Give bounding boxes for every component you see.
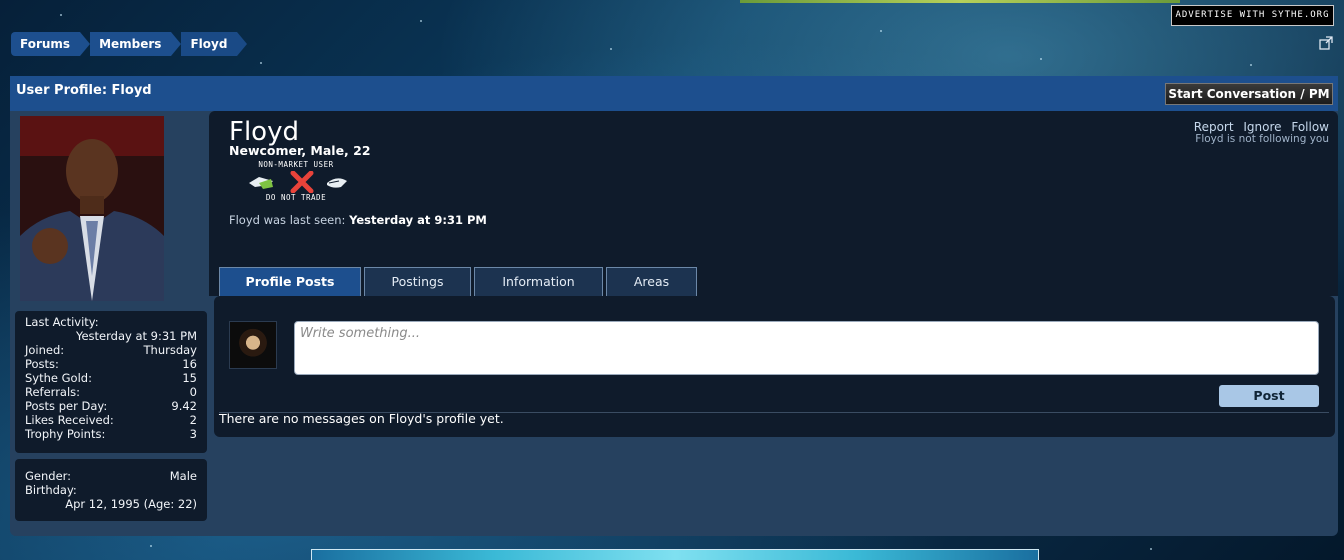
member-stats: Last Activity: Yesterday at 9:31 PM Join… <box>15 311 207 453</box>
stat-last-activity-value-row: Yesterday at 9:31 PM <box>25 329 197 343</box>
stat-value: 15 <box>182 371 197 385</box>
stat-label: Posts: <box>25 357 59 371</box>
handshake-green-icon <box>249 177 273 189</box>
stat-value: 0 <box>189 385 197 399</box>
stat-last-activity-label-row: Last Activity: <box>25 315 197 329</box>
gender-value: Male <box>169 469 197 483</box>
stat-label: Trophy Points: <box>25 427 106 441</box>
handshake-white-icon <box>327 178 347 188</box>
red-x-icon <box>290 170 314 194</box>
gender-row: Gender: Male <box>25 469 197 483</box>
tab-areas[interactable]: Areas <box>606 267 697 297</box>
stat-value[interactable]: 3 <box>190 427 197 441</box>
stat-row: Joined: Thursday <box>25 343 197 357</box>
tab-profile-posts[interactable]: Profile Posts <box>219 267 361 297</box>
birthday-value-row: Apr 12, 1995 (Age: 22) <box>25 497 197 511</box>
birthday-row: Birthday: <box>25 483 197 497</box>
stat-row: Posts per Day: 9.42 <box>25 399 197 413</box>
post-button[interactable]: Post <box>1219 385 1319 407</box>
stat-value: 9.42 <box>171 399 197 413</box>
title-bar: User Profile: Floyd Start Conversation /… <box>10 76 1338 111</box>
ignore-link[interactable]: Ignore <box>1243 120 1281 134</box>
trade-icons <box>237 170 355 194</box>
top-ad-strip <box>740 0 1180 3</box>
tab-information[interactable]: Information <box>474 267 603 297</box>
profile-subtitle: Newcomer, Male, 22 <box>229 143 371 158</box>
stat-row: Sythe Gold: 15 <box>25 371 197 385</box>
stat-value[interactable]: 16 <box>182 357 197 371</box>
stat-row: Posts: 16 <box>25 357 197 371</box>
stat-label: Posts per Day: <box>25 399 108 413</box>
gender-label: Gender: <box>25 469 72 483</box>
advertise-link[interactable]: ADVERTISE WITH SYTHE.ORG <box>1171 5 1334 26</box>
current-user-avatar[interactable] <box>229 321 277 369</box>
stat-value: Yesterday at 9:31 PM <box>75 329 197 343</box>
trade-status-bottom: DO NOT TRADE <box>265 193 327 202</box>
last-seen-value: Yesterday at 9:31 PM <box>349 213 487 227</box>
trade-status-top: NON-MARKET USER <box>258 160 334 169</box>
breadcrumb: Forums Members Floyd <box>11 32 248 56</box>
stat-value: Thursday <box>143 343 197 357</box>
last-seen: Floyd was last seen: Yesterday at 9:31 P… <box>229 213 487 227</box>
stat-label: Sythe Gold: <box>25 371 92 385</box>
stat-label: Joined: <box>25 343 65 357</box>
expand-icon[interactable] <box>1319 36 1333 50</box>
stat-label: Likes Received: <box>25 413 114 427</box>
member-info: Gender: Male Birthday: Apr 12, 1995 (Age… <box>15 459 207 521</box>
profile-actions: Report Ignore Follow Floyd is not follow… <box>1188 120 1329 145</box>
last-seen-label: Floyd was last seen: <box>229 213 346 227</box>
stat-label: Referrals: <box>25 385 81 399</box>
tab-postings[interactable]: Postings <box>364 267 471 297</box>
trade-status: NON-MARKET USER DO NOT TRADE <box>237 160 355 204</box>
bottom-banner[interactable] <box>311 549 1039 560</box>
breadcrumb-members[interactable]: Members <box>90 32 182 56</box>
stat-row: Trophy Points: 3 <box>25 427 197 441</box>
breadcrumb-forums[interactable]: Forums <box>11 32 91 56</box>
report-link[interactable]: Report <box>1194 120 1234 134</box>
stat-row: Likes Received: 2 <box>25 413 197 427</box>
empty-message: There are no messages on Floyd's profile… <box>219 411 504 426</box>
follow-status: Floyd is not following you <box>1195 133 1329 145</box>
breadcrumb-floyd[interactable]: Floyd <box>181 32 248 56</box>
profile-tabs: Profile Posts Postings Information Areas <box>219 267 700 297</box>
start-conversation-button[interactable]: Start Conversation / PM <box>1165 83 1333 105</box>
avatar <box>20 116 164 301</box>
profile-post-input[interactable]: Write something... <box>294 321 1319 375</box>
stat-value[interactable]: 2 <box>190 413 197 427</box>
follow-link[interactable]: Follow <box>1291 120 1329 134</box>
stat-row: Referrals: 0 <box>25 385 197 399</box>
page-title: User Profile: Floyd <box>16 83 152 98</box>
stat-label: Last Activity: <box>25 315 99 329</box>
birthday-value: Apr 12, 1995 (Age: 22) <box>65 497 197 511</box>
birthday-label: Birthday: <box>25 483 77 497</box>
profile-posts-panel: Write something... Post There are no mes… <box>214 296 1335 437</box>
